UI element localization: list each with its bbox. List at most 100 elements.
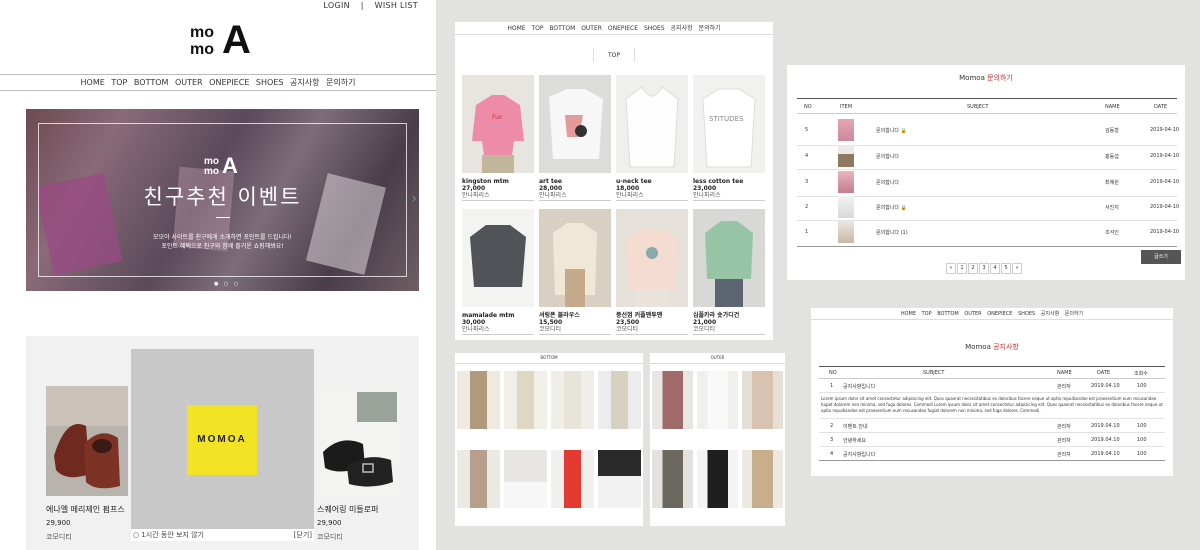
product-card[interactable]: STITUDES less cotton tee 23,000 안나파리스	[693, 75, 765, 201]
wish-list-link[interactable]: WISH LIST	[375, 1, 418, 10]
product-name[interactable]: less cotton tee	[693, 178, 765, 185]
item-thumbnail[interactable]	[838, 119, 854, 141]
product-card[interactable]	[551, 450, 594, 508]
row-subject[interactable]: 이벤트 안내	[843, 423, 868, 430]
product-card[interactable]	[742, 450, 783, 508]
page-prev[interactable]: «	[946, 263, 956, 274]
row-subject[interactable]: 문의합니다	[876, 153, 899, 160]
product-image	[551, 371, 594, 429]
product-card[interactable]	[652, 450, 693, 508]
page-next[interactable]: »	[1012, 263, 1022, 274]
col-header-no: NO	[804, 104, 812, 110]
row-date: 2019-04-10	[1150, 204, 1180, 210]
row-subject[interactable]: 공지사항입니다	[843, 451, 875, 458]
nav-bottom[interactable]: BOTTOM	[134, 78, 168, 87]
row-name: 관리자	[1057, 438, 1071, 444]
row-subject[interactable]: 문의합니다 🔒	[876, 204, 907, 211]
nav-top[interactable]: TOP	[531, 25, 543, 32]
product-name[interactable]: 셔링폰 블라우스	[539, 312, 611, 319]
product-brand: 안나파리스	[462, 326, 534, 335]
product-image	[742, 371, 783, 429]
next-arrow-icon[interactable]: ›	[411, 191, 417, 207]
product-card[interactable]: 셔링폰 블라우스 15,500 코모디티	[539, 209, 611, 335]
product-card[interactable]	[652, 371, 693, 429]
product-card[interactable]: art tee 28,000 안나파리스	[539, 75, 611, 201]
product-name[interactable]: 심플카라 숏가디건	[693, 312, 765, 319]
row-subject[interactable]: 안녕하세요	[843, 437, 866, 444]
nav-inquiry[interactable]: 문의하기	[326, 78, 355, 87]
item-thumbnail[interactable]	[838, 145, 854, 167]
product-card[interactable]	[504, 371, 547, 429]
col-header-date: DATE	[1154, 104, 1168, 110]
popup-window[interactable]: MOMOA	[131, 349, 314, 529]
popup-close-button[interactable]: [닫기]	[294, 529, 312, 541]
product-name[interactable]: 에나멜 메리제인 펌프스	[46, 504, 128, 515]
page-2[interactable]: 2	[968, 263, 978, 274]
product-name[interactable]: kingston mtm	[462, 178, 534, 185]
product-card[interactable]	[457, 450, 500, 508]
product-name[interactable]: 스퀘어링 미들로퍼	[317, 504, 399, 515]
item-thumbnail[interactable]	[838, 196, 854, 218]
product-card[interactable]	[457, 371, 500, 429]
product-card[interactable]	[504, 450, 547, 508]
product-image	[598, 371, 641, 429]
row-name: 홍동섭	[1105, 154, 1119, 160]
page-1[interactable]: 1	[957, 263, 967, 274]
product-card[interactable]	[697, 371, 738, 429]
nav-shoes[interactable]: SHOES	[256, 78, 284, 87]
nav-shoes[interactable]: SHOES	[644, 25, 665, 32]
product-brand: 코모디티	[46, 533, 72, 541]
row-subject[interactable]: 문의합니다 (1)	[876, 229, 908, 236]
top-links: LOGIN | WISH LIST	[319, 1, 422, 10]
nav-inquiry[interactable]: 문의하기	[699, 25, 721, 32]
product-name[interactable]: art tee	[539, 178, 611, 185]
product-name[interactable]: 풍선껌 커플맨투맨	[616, 312, 688, 319]
product-card[interactable]	[598, 371, 641, 429]
product-card[interactable]	[742, 371, 783, 429]
product-price: 18,000	[616, 185, 640, 192]
row-date: 2019-04-10	[1150, 127, 1180, 133]
product-name[interactable]: mamalade mtm	[462, 312, 534, 319]
product-card[interactable]: 에나멜 메리제인 펌프스 29,900 코모디티	[46, 386, 128, 542]
row-subject[interactable]: 문의합니다 🔒	[876, 127, 907, 134]
hero-banner[interactable]: mo mo A 친구추천 이벤트 모모아 사이트를 친구에게 소개하면 포인트를…	[26, 109, 419, 291]
product-name[interactable]: u-neck tee	[616, 178, 688, 185]
nav-home[interactable]: HOME	[81, 78, 105, 87]
product-card[interactable]: mamalade mtm 30,000 안나파리스	[462, 209, 534, 335]
momoa-logo[interactable]: mo mo A	[188, 20, 258, 62]
item-thumbnail[interactable]	[838, 221, 854, 243]
product-card[interactable]: 풍선껌 커플맨투맨 23,500 코모디티	[616, 209, 688, 335]
page-3[interactable]: 3	[979, 263, 989, 274]
product-price: 27,000	[462, 185, 486, 192]
row-subject[interactable]: 문의합니다	[876, 179, 899, 186]
nav-outer[interactable]: OUTER	[175, 78, 203, 87]
product-card[interactable]: 스퀘어링 미들로퍼 29,900 코모디티	[317, 386, 399, 542]
product-card[interactable]: u-neck tee 18,000 안나파리스	[616, 75, 688, 201]
page-4[interactable]: 4	[990, 263, 1000, 274]
product-image	[539, 75, 611, 173]
product-card[interactable]: 심플카라 숏가디건 21,000 코모디티	[693, 209, 765, 335]
login-link[interactable]: LOGIN	[323, 1, 350, 10]
nav-bottom[interactable]: BOTTOM	[549, 25, 575, 32]
slider-dots[interactable]: ● ○ ○	[214, 281, 240, 287]
nav-onepiece[interactable]: ONEPIECE	[209, 78, 249, 87]
product-card[interactable]	[697, 450, 738, 508]
product-card[interactable]: Fun kingston mtm 27,000 안나파리스	[462, 75, 534, 201]
nav-notice[interactable]: 공지사항	[671, 25, 693, 32]
page-5[interactable]: 5	[1001, 263, 1011, 274]
nav-outer[interactable]: OUTER	[581, 25, 602, 32]
nav-onepiece[interactable]: ONEPIECE	[608, 25, 638, 32]
nav-home[interactable]: HOME	[507, 25, 525, 32]
hero-logo-letter: A	[222, 153, 238, 178]
product-price: 21,000	[693, 319, 717, 326]
product-card[interactable]	[598, 450, 641, 508]
item-thumbnail[interactable]	[838, 171, 854, 193]
nav-top[interactable]: TOP	[111, 78, 127, 87]
write-button[interactable]: 글쓰기	[1141, 250, 1181, 264]
product-card[interactable]	[551, 371, 594, 429]
row-no: 1	[805, 229, 809, 235]
nav-notice[interactable]: 공지사항	[290, 78, 319, 87]
hero-description: 모모아 사이트를 친구에게 소개하면 포인트를 드립니다! 포인트 혜택으로 친…	[26, 233, 419, 251]
dont-show-checkbox[interactable]: ○ 1시간 동안 보지 않기	[133, 529, 204, 541]
product-brand: 안나파리스	[616, 192, 688, 201]
